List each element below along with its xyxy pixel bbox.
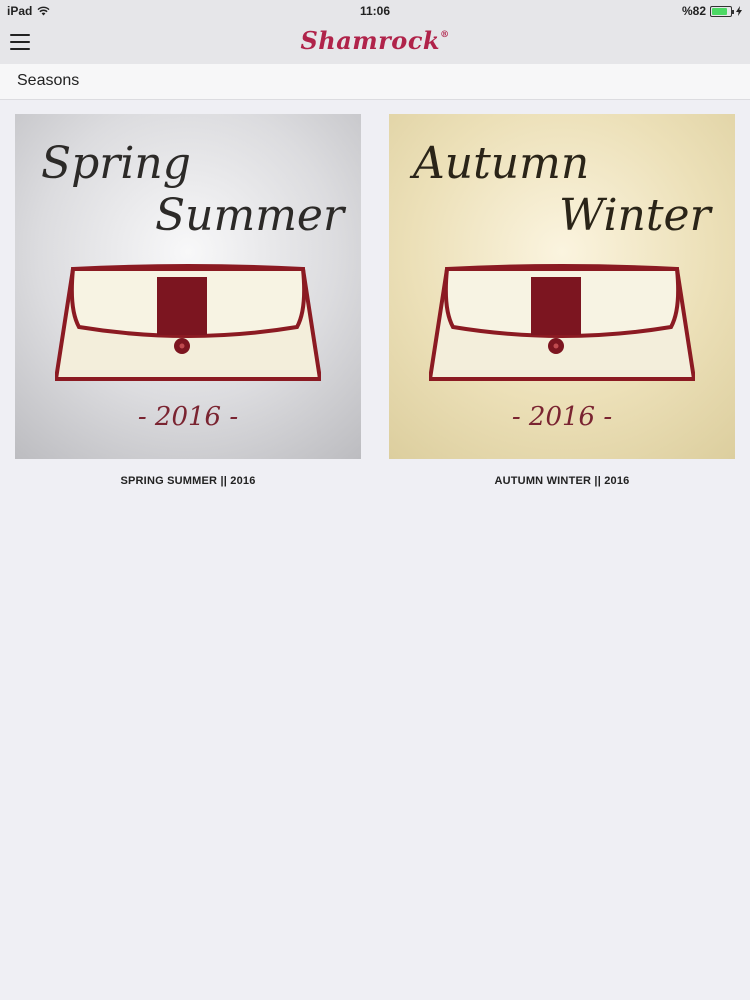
- collection-card-autumn-winter[interactable]: Autumn Winter - 2016 - AUTUMN WINTER || …: [389, 114, 735, 487]
- navigation-bar: Shamrock®: [0, 22, 750, 64]
- page-title: Seasons: [17, 72, 80, 89]
- collection-card-spring-summer[interactable]: Spring Summer - 2016 - SPRING SUMMER || …: [15, 114, 361, 487]
- battery-percent: %82: [681, 4, 706, 18]
- cover-title-line2: Summer: [155, 190, 344, 241]
- brand-logo: Shamrock®: [0, 26, 750, 55]
- cover-title-line1: Spring: [41, 138, 191, 189]
- status-bar: iPad 11:06 %82: [0, 0, 750, 22]
- collections-grid: Spring Summer - 2016 - SPRING SUMMER || …: [15, 114, 735, 487]
- collection-cover-image[interactable]: Autumn Winter - 2016 -: [389, 114, 735, 459]
- collection-caption[interactable]: AUTUMN WINTER || 2016: [389, 475, 735, 487]
- clutch-bag-image: [55, 264, 321, 381]
- cover-year: - 2016 -: [137, 402, 239, 432]
- collection-cover-image[interactable]: Spring Summer - 2016 -: [15, 114, 361, 459]
- section-header: Seasons: [0, 64, 750, 100]
- clutch-bag-image: [429, 264, 695, 381]
- top-bar: iPad 11:06 %82 Shamrock®: [0, 0, 750, 64]
- registered-mark: ®: [440, 30, 450, 40]
- collection-caption[interactable]: SPRING SUMMER || 2016: [15, 475, 361, 487]
- charging-bolt-icon: [736, 6, 742, 16]
- cover-year: - 2016 -: [511, 402, 613, 432]
- status-time: 11:06: [359, 4, 391, 18]
- battery-icon: [710, 5, 734, 17]
- cover-title-line1: Autumn: [413, 138, 590, 189]
- brand-name: Shamrock: [300, 26, 441, 55]
- cover-title-line2: Winter: [559, 190, 711, 241]
